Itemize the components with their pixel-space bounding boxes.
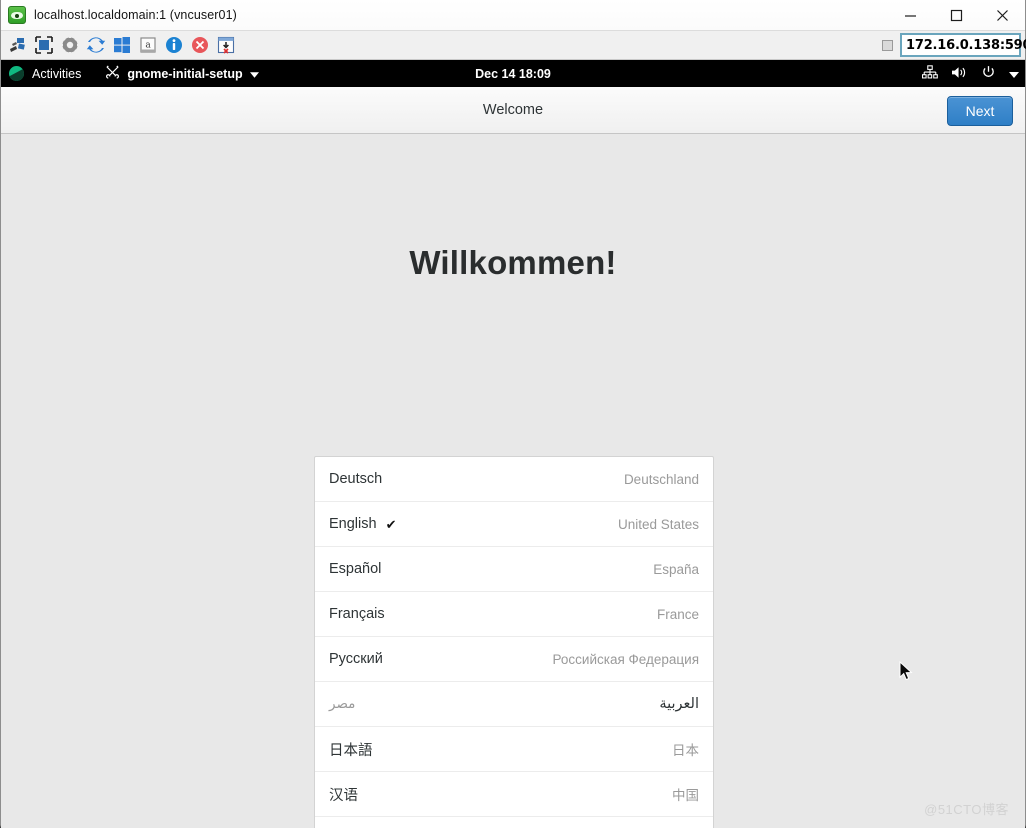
activities-label: Activities bbox=[32, 66, 82, 81]
language-row[interactable]: Español España bbox=[315, 547, 713, 592]
window-title: localhost.localdomain:1 (vncuser01) bbox=[34, 8, 237, 22]
vnc-viewer-window: localhost.localdomain:1 (vncuser01) a 17… bbox=[0, 0, 1026, 828]
app-headerbar: Welcome Next bbox=[1, 87, 1025, 134]
language-region: España bbox=[653, 561, 699, 577]
info-icon[interactable] bbox=[161, 32, 187, 58]
chevron-down-icon bbox=[1009, 67, 1019, 81]
checkmark-icon: ✔ bbox=[385, 516, 397, 532]
language-region: Российская Федерация bbox=[552, 651, 699, 667]
language-region: مصر bbox=[329, 696, 356, 711]
language-region: 中国 bbox=[672, 788, 699, 803]
vnc-address-area: 172.16.0.138:5901 bbox=[882, 33, 1026, 57]
language-name: Русский bbox=[329, 651, 383, 667]
tigervnc-eye-icon bbox=[8, 6, 26, 24]
vnc-address-input[interactable]: 172.16.0.138:5901 bbox=[900, 33, 1026, 57]
welcome-heading: Willkommen! bbox=[409, 244, 617, 281]
vnc-toolbar: a 172.16.0.138:59 bbox=[1, 31, 1026, 60]
activities-button[interactable]: Activities bbox=[1, 60, 91, 87]
refresh-icon[interactable] bbox=[83, 32, 109, 58]
network-wired-icon bbox=[922, 64, 938, 83]
wrench-screwdriver-icon bbox=[105, 65, 120, 83]
app-menu-button[interactable]: gnome-initial-setup bbox=[105, 60, 259, 87]
chevron-down-icon bbox=[249, 67, 259, 81]
language-name: العربية bbox=[659, 696, 699, 712]
language-list[interactable]: Deutsch Deutschland English ✔ United States E… bbox=[314, 456, 714, 828]
settings-gear-icon[interactable] bbox=[57, 32, 83, 58]
maximize-icon[interactable] bbox=[933, 0, 979, 31]
language-name: 汉语 bbox=[329, 787, 358, 804]
language-name: Deutsch bbox=[329, 471, 383, 487]
language-row[interactable]: Français France bbox=[315, 592, 713, 637]
language-row[interactable]: English ✔ United States bbox=[315, 502, 713, 547]
language-name: Français bbox=[329, 606, 385, 622]
language-region: United States bbox=[617, 516, 699, 532]
close-icon[interactable] bbox=[979, 0, 1025, 31]
ctrl-alt-del-icon[interactable]: a bbox=[135, 32, 161, 58]
system-status-area[interactable] bbox=[922, 60, 1019, 87]
power-icon bbox=[981, 65, 996, 83]
rocky-linux-logo-icon bbox=[9, 66, 24, 81]
fullscreen-icon[interactable] bbox=[31, 32, 57, 58]
language-row[interactable]: العربية مصر bbox=[315, 682, 713, 727]
address-checkbox[interactable] bbox=[882, 39, 893, 51]
language-region: 日本 bbox=[672, 743, 699, 758]
welcome-page-content: Willkommen! Deutsch Deutschland English ✔ Un… bbox=[1, 134, 1025, 828]
language-name: 日本語 bbox=[329, 742, 373, 759]
language-row[interactable]: Русский Российская Федерация bbox=[315, 637, 713, 682]
language-region: Deutschland bbox=[623, 471, 699, 487]
language-row[interactable]: Deutsch Deutschland bbox=[315, 457, 713, 502]
gnome-top-bar: Activities gnome-initial-setup Dec 14 18… bbox=[1, 60, 1025, 87]
language-row[interactable]: 汉语 中国 bbox=[315, 772, 713, 817]
language-name: English bbox=[329, 516, 377, 532]
window-titlebar: localhost.localdomain:1 (vncuser01) bbox=[1, 0, 1025, 31]
minimize-icon[interactable] bbox=[887, 0, 933, 31]
page-title: Welcome bbox=[482, 102, 544, 118]
more-languages-button[interactable] bbox=[315, 817, 713, 828]
language-name: Español bbox=[329, 561, 382, 577]
minimize-window-icon[interactable] bbox=[213, 32, 239, 58]
app-menu-label: gnome-initial-setup bbox=[127, 66, 243, 81]
volume-icon bbox=[951, 65, 968, 83]
watermark: @51CTO博客 bbox=[924, 802, 1009, 817]
language-row[interactable]: 日本語 日本 bbox=[315, 727, 713, 772]
connection-options-icon[interactable] bbox=[5, 32, 31, 58]
language-region: France bbox=[656, 606, 699, 622]
disconnect-icon[interactable] bbox=[187, 32, 213, 58]
windows-key-icon[interactable] bbox=[109, 32, 135, 58]
svg-text:a: a bbox=[145, 41, 151, 51]
next-button[interactable]: Next bbox=[947, 96, 1013, 126]
window-controls bbox=[887, 0, 1025, 31]
mouse-pointer-icon bbox=[899, 660, 915, 688]
